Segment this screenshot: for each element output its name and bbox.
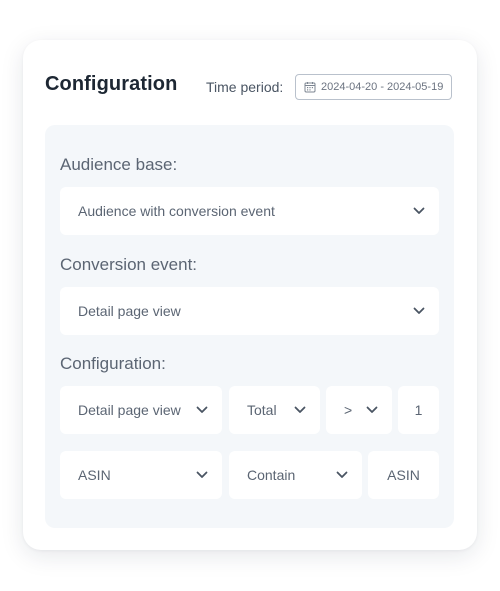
chevron-down-icon xyxy=(336,471,348,478)
chevron-down-icon xyxy=(294,406,306,413)
config-match-value: Contain xyxy=(247,467,296,483)
chevron-down-icon xyxy=(366,406,378,413)
chevron-down-icon xyxy=(413,207,425,214)
config-attribute-value: ASIN xyxy=(78,467,111,483)
config-aggregation-value: Total xyxy=(247,402,277,418)
date-range-text: 2024-04-20 - 2024-05-19 xyxy=(321,81,444,93)
config-count-value: 1 xyxy=(414,402,423,418)
chevron-down-icon xyxy=(196,471,208,478)
conversion-event-label: Conversion event: xyxy=(60,255,198,274)
config-event-select[interactable]: Detail page view xyxy=(60,386,222,434)
audience-base-label: Audience base: xyxy=(60,155,178,174)
config-event-value: Detail page view xyxy=(78,402,181,418)
config-value-text: ASIN xyxy=(387,467,420,483)
audience-base-select[interactable]: Audience with conversion event xyxy=(60,187,439,235)
config-count-input[interactable]: 1 xyxy=(398,386,439,434)
conversion-event-select[interactable]: Detail page view xyxy=(60,287,439,335)
config-match-select[interactable]: Contain xyxy=(229,451,362,499)
config-operator-value: > xyxy=(344,402,353,418)
time-period-label: Time period: xyxy=(206,79,284,95)
configuration-panel: Audience base: Audience with conversion … xyxy=(45,125,454,528)
calendar-icon xyxy=(304,82,316,93)
date-range-picker[interactable]: 2024-04-20 - 2024-05-19 xyxy=(295,74,452,100)
chevron-down-icon xyxy=(413,307,425,314)
conversion-event-value: Detail page view xyxy=(78,303,181,319)
chevron-down-icon xyxy=(196,406,208,413)
configuration-card: Configuration Time period: 2024-04-20 - … xyxy=(23,40,477,550)
configuration-label: Configuration: xyxy=(60,354,166,373)
audience-base-value: Audience with conversion event xyxy=(78,203,275,219)
config-value-input[interactable]: ASIN xyxy=(368,451,439,499)
config-operator-select[interactable]: > xyxy=(326,386,392,434)
page-title: Configuration xyxy=(45,73,178,95)
config-aggregation-select[interactable]: Total xyxy=(229,386,320,434)
config-attribute-select[interactable]: ASIN xyxy=(60,451,222,499)
